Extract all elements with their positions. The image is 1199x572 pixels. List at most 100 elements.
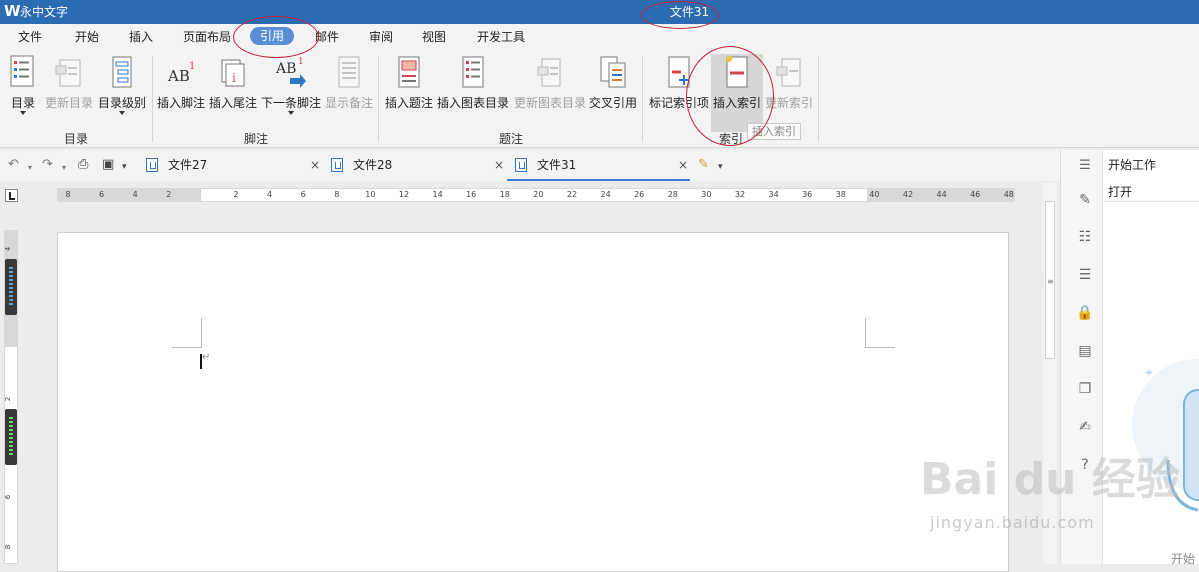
scrollbar-grip-icon: ≡ (1047, 277, 1054, 286)
vertical-ruler[interactable]: 4 2 2 4 6 8 (4, 230, 18, 564)
new-document-icon[interactable]: ✎ (698, 158, 709, 172)
tab-label: 文件31 (537, 158, 577, 172)
title-bar: W 永中文字 文件31 (0, 0, 1199, 24)
group-separator (152, 56, 153, 142)
chevron-down-icon[interactable]: ▾ (718, 160, 723, 174)
menu-insert[interactable]: 插入 (129, 29, 153, 45)
vertical-ruler-handle[interactable] (5, 259, 17, 315)
vertical-ruler-tick-label: 2 (4, 296, 13, 302)
endnote-icon: i (221, 59, 245, 87)
chevron-down-icon[interactable] (119, 111, 125, 115)
menu-lines-icon[interactable]: ☰ (1076, 157, 1094, 175)
ruler-tick-label: 48 (1003, 190, 1014, 199)
menu-home[interactable]: 开始 (75, 29, 99, 45)
update-index-icon (776, 58, 801, 87)
chevron-down-icon[interactable]: ▾ (28, 161, 32, 175)
toc-level-label: 目录级别 (97, 96, 146, 110)
ruler-tick-label: 10 (365, 190, 376, 199)
document-tab-bar: ↶ ▾ ↷ ▾ ⎙ ▣ ▾ 文件27 × 文件28 × 文件31 × ✎ ▾ (0, 150, 1060, 181)
ruler-tick-label: 8 (334, 190, 340, 199)
customize-toolbar-icon[interactable]: ▾ (122, 160, 127, 174)
tab-document-31[interactable]: 文件31 × (507, 150, 690, 181)
ruler-tick-label: 36 (802, 190, 813, 199)
insert-caption-button[interactable]: 插入题注 (384, 54, 434, 110)
menu-file[interactable]: 文件 (18, 29, 42, 45)
clipboard-icon[interactable]: ▤ (1076, 342, 1094, 360)
menu-view[interactable]: 视图 (422, 29, 446, 45)
close-icon[interactable]: × (494, 158, 504, 172)
update-table-of-figures-label: 更新图表目录 (513, 96, 586, 110)
chevron-down-icon[interactable] (288, 111, 294, 115)
ruler-tick-label: 34 (768, 190, 779, 199)
next-footnote-button[interactable]: AB 1 下一条脚注 (260, 54, 322, 115)
tab-document-28[interactable]: 文件28 × (331, 150, 507, 181)
svg-text:1: 1 (189, 61, 195, 72)
svg-text:1: 1 (298, 57, 304, 67)
close-icon[interactable]: × (310, 158, 320, 172)
annotation-circle (686, 46, 774, 146)
ruler-tick-label: 40 (869, 190, 880, 199)
chevron-down-icon[interactable] (20, 111, 26, 115)
show-notes-button[interactable]: 显示备注 (324, 54, 374, 110)
edit-icon[interactable]: ✍ (1076, 418, 1094, 436)
document-page[interactable] (57, 232, 1009, 572)
tab-stop-selector[interactable] (5, 189, 18, 202)
vertical-ruler-tick-label: 8 (4, 544, 13, 550)
group-separator (378, 56, 379, 142)
show-notes-icon (338, 56, 360, 88)
update-toc-button[interactable]: 更新目录 (44, 54, 94, 110)
update-table-of-figures-button[interactable]: 更新图表目录 (513, 54, 587, 110)
illustration-icon: ✦ (1132, 359, 1199, 512)
print-preview-icon[interactable]: ⎙ (78, 158, 88, 172)
ruler-tick-label: 4 (132, 190, 138, 199)
ruler-tick-label: 4 (267, 190, 273, 199)
ruler-tick-label: 42 (902, 190, 914, 199)
vertical-ruler-tick-label: 4 (4, 442, 13, 448)
menu-developer[interactable]: 开发工具 (477, 29, 525, 45)
update-table-of-figures-icon (537, 58, 561, 87)
save-icon[interactable]: ▣ (102, 158, 114, 172)
chevron-down-icon[interactable]: ▾ (62, 161, 66, 175)
ribbon: 目录 更新目录 目录级别 目录 AB 1 插入脚注 i 插入尾注 AB 1 下一… (0, 50, 1199, 148)
vertical-ruler-handle[interactable] (5, 409, 17, 465)
cross-reference-label: 交叉引用 (588, 96, 637, 110)
horizontal-ruler[interactable]: 8 6 4 2 2 4 6 8 10 12 14 16 18 20 22 24 26 28 30 32 34 36 38 40… (57, 188, 1015, 202)
ruler-tick-label: 38 (835, 190, 846, 199)
outline-icon[interactable]: ☰ (1076, 266, 1094, 284)
lock-icon[interactable]: 🔒 (1076, 304, 1094, 322)
caption-icon (398, 56, 420, 88)
toc-level-button[interactable]: 目录级别 (97, 54, 147, 115)
task-pane-title: 开始工作 (1108, 158, 1157, 172)
ruler-tick-label: 28 (667, 190, 678, 199)
cross-reference-icon (600, 56, 626, 88)
menu-bar: 文件 开始 插入 页面布局 引用 邮件 审阅 视图 开发工具 (0, 24, 1199, 50)
document-icon (146, 158, 158, 172)
vertical-scrollbar[interactable]: ≡ (1043, 183, 1057, 564)
insert-endnote-button[interactable]: i 插入尾注 (208, 54, 258, 110)
task-pane-open-link[interactable]: 打开 (1108, 185, 1132, 199)
tab-document-27[interactable]: 文件27 × (146, 150, 324, 181)
ruler-tick-label: 2 (166, 190, 172, 199)
undo-icon[interactable]: ↶ (8, 158, 19, 172)
ruler-tick-label: 16 (466, 190, 477, 199)
insert-caption-label: 插入题注 (384, 96, 433, 110)
insert-footnote-button[interactable]: AB 1 插入脚注 (156, 54, 206, 110)
ruler-tick-label: 30 (701, 190, 712, 199)
toc-button[interactable]: 目录 (8, 54, 38, 115)
cross-reference-button[interactable]: 交叉引用 (588, 54, 638, 110)
pen-icon[interactable]: ✎ (1076, 191, 1094, 209)
document-icon (331, 158, 343, 172)
ruler-tick-label: 24 (600, 190, 611, 199)
close-icon[interactable]: × (678, 158, 688, 172)
menu-page-layout[interactable]: 页面布局 (183, 29, 231, 45)
copy-icon[interactable]: ❐ (1076, 380, 1094, 398)
task-pane-bottom-text: 开始 (1171, 552, 1196, 566)
tab-label: 文件28 (353, 158, 393, 172)
next-footnote-icon: AB 1 (276, 57, 306, 88)
document-title: 文件31 (669, 5, 710, 19)
redo-icon[interactable]: ↷ (42, 158, 53, 172)
adjustments-icon[interactable]: ☷ (1076, 228, 1094, 246)
group-separator (818, 56, 819, 142)
menu-review[interactable]: 审阅 (369, 29, 393, 45)
insert-table-of-figures-button[interactable]: 插入图表目录 (436, 54, 510, 110)
